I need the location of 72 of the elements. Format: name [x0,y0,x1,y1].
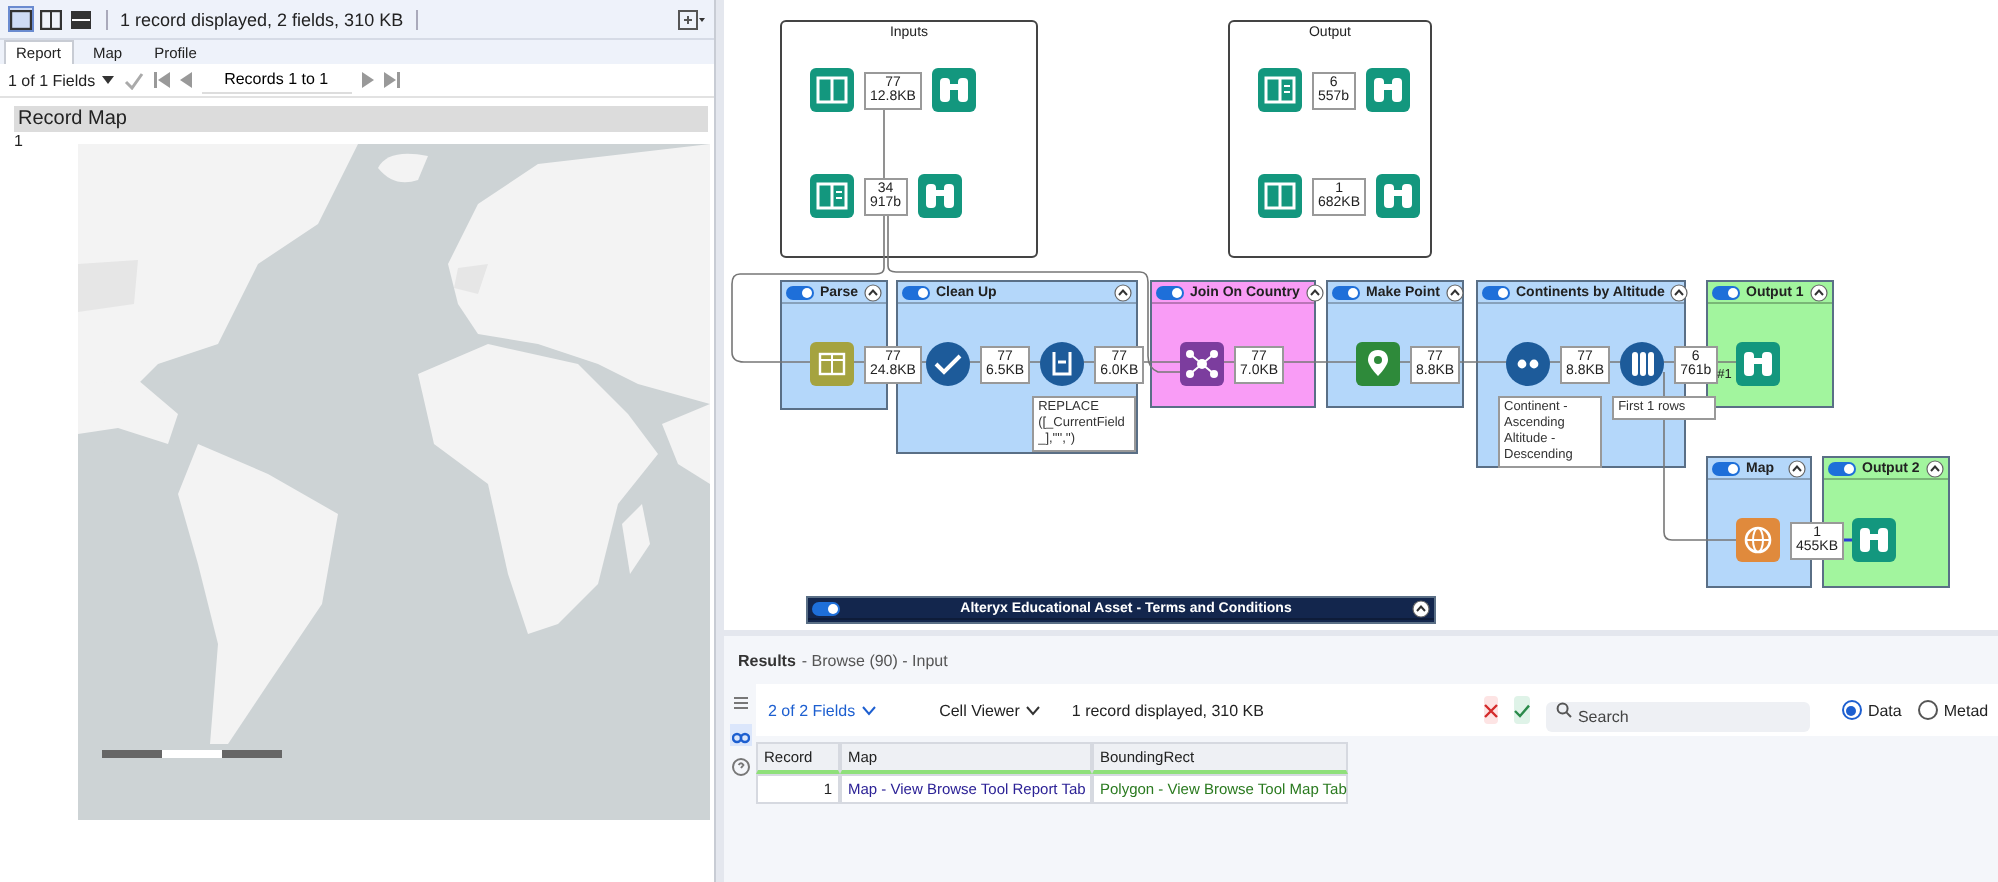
first-record-button[interactable] [153,72,170,88]
collapse-button[interactable] [1670,283,1689,301]
search-icon [1555,701,1572,717]
table-icon [810,342,854,386]
layout-button[interactable] [38,6,64,32]
binoculars-icon [1376,174,1421,218]
binoculars-icon [1736,342,1780,386]
toggle-switch[interactable] [1482,285,1510,299]
results-title: Results [738,651,796,669]
toggle-switch[interactable] [812,601,840,615]
book-list-icon [1258,68,1302,112]
toggle-switch[interactable] [1828,461,1856,475]
search-field[interactable]: Search [1545,701,1810,731]
checkmark-icon [926,342,970,386]
binoculars-icon [917,174,962,218]
apply-button[interactable] [1513,696,1530,724]
previous-record-button[interactable] [179,72,192,88]
next-record-button[interactable] [361,72,374,88]
chevron-icon [1025,705,1040,715]
cancel-button[interactable] [1483,696,1498,724]
book-icon [810,68,854,112]
toggle-switch[interactable] [1712,461,1740,475]
records-field: Records 1 to 1 [201,67,352,93]
view-mode-radio[interactable]: Data [1841,700,1902,720]
toggle-switch[interactable] [1332,285,1360,299]
book-list-icon [810,174,854,218]
collapse-button[interactable] [1810,283,1828,301]
binoculars-icon [1365,68,1410,112]
two-column-icon [40,9,62,29]
row-number: 1 [14,132,25,150]
binoculars-icon [931,68,976,112]
map-pin-icon [1356,342,1400,386]
collapse-button[interactable] [1788,459,1806,477]
collapse-button[interactable] [1445,283,1464,301]
side-panel-button[interactable] [729,756,751,778]
binoculars-icon [1852,518,1896,562]
collapse-button[interactable] [864,283,883,301]
layout-button[interactable] [68,6,94,32]
last-record-button[interactable] [383,72,400,88]
test-tubes-icon [1620,342,1665,386]
side-panel-button[interactable] [729,724,751,746]
report-title: Record Map [14,106,708,132]
fields-dropdown[interactable]: 1 of 1 Fields [8,71,114,89]
book-icon [1258,174,1302,218]
beaker-icon [1040,342,1085,386]
record-status-text: 1 record displayed, 310 KB [1071,701,1264,719]
cell-viewer-dropdown[interactable]: Cell Viewer [939,701,1040,719]
network-icon [1180,342,1224,386]
view-mode-radio[interactable]: Metad [1917,700,1989,720]
fields-dropdown[interactable]: 2 of 2 Fields [768,701,876,719]
toggle-switch[interactable] [1712,285,1740,299]
help-icon [731,758,749,776]
list-icon [731,694,749,712]
collapse-button[interactable] [1412,599,1430,617]
side-panel-button[interactable] [729,692,751,714]
checkmark-icon [123,71,144,89]
dots-icon [1506,342,1550,386]
toggle-switch[interactable] [902,285,930,299]
single-pane-icon [10,9,32,29]
collapse-button[interactable] [1926,459,1944,477]
caret-icon [101,76,114,84]
collapse-button[interactable] [1305,283,1324,301]
status-text: 1 record displayed, 2 fields, 310 KB [106,9,418,29]
layout-button[interactable] [8,6,34,32]
toggle-switch[interactable] [786,285,814,299]
chevron-icon [861,705,876,715]
toggle-switch[interactable] [1156,285,1184,299]
options-menu-button[interactable] [678,9,706,29]
results-subtitle: - Browse (90) - Input [801,651,948,669]
globe-icon [1736,518,1780,562]
collapse-button[interactable] [1114,283,1132,301]
two-row-icon [70,9,92,29]
